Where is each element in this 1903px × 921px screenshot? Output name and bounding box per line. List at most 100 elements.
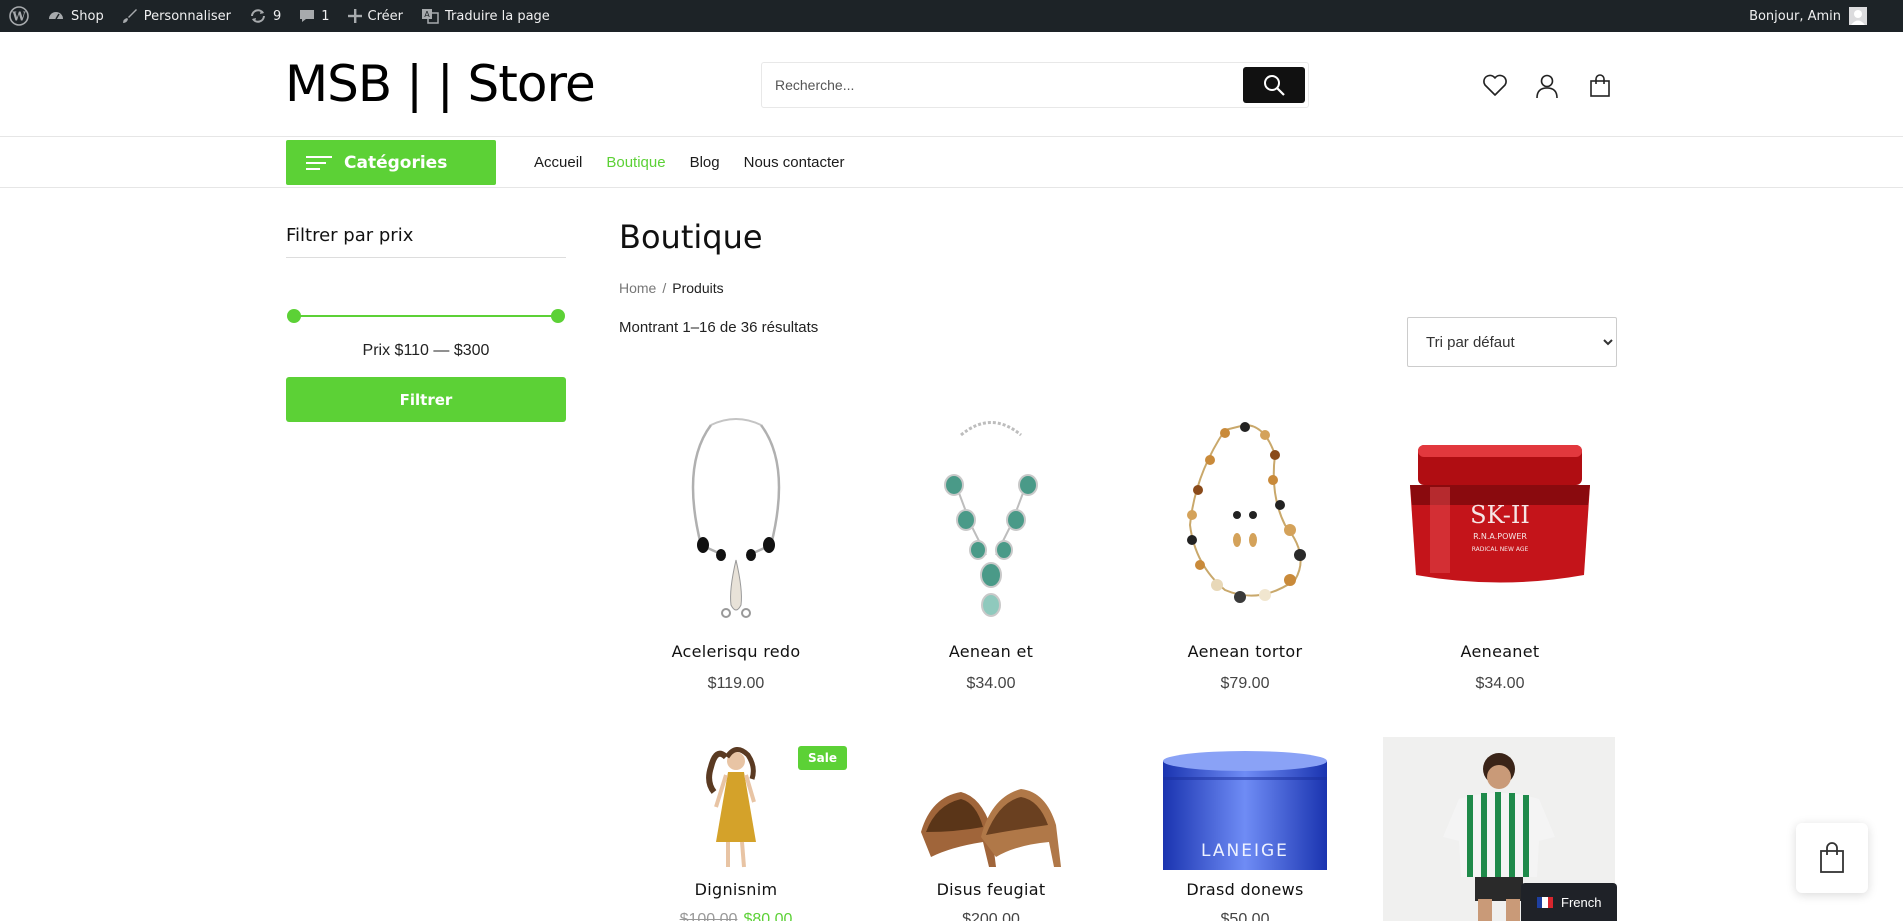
heart-icon <box>1483 74 1507 96</box>
svg-text:A: A <box>424 10 430 19</box>
admin-comments-count: 1 <box>321 8 330 24</box>
shopping-bag-icon <box>1590 74 1610 97</box>
search-bar <box>761 62 1309 108</box>
price-filter-title: Filtrer par prix <box>286 225 414 246</box>
admin-updates-link[interactable]: 9 <box>240 0 290 32</box>
site-logo[interactable]: MSB | | Store <box>285 55 596 113</box>
nav-link-accueil[interactable]: Accueil <box>534 154 582 171</box>
admin-translate-link[interactable]: A Traduire la page <box>412 0 559 32</box>
svg-text:W: W <box>11 10 26 24</box>
breadcrumb-separator: / <box>662 280 667 296</box>
user-avatar-icon <box>1851 10 1865 25</box>
green-necklace-image <box>944 421 1038 617</box>
svg-text:LANEIGE: LANEIGE <box>1201 841 1289 861</box>
sort-select[interactable]: Tri par défaut <box>1407 317 1617 367</box>
product-name[interactable]: Drasd donews <box>1129 880 1361 899</box>
product-price: $34.00 <box>1475 675 1525 692</box>
product-image[interactable] <box>620 405 852 625</box>
search-input[interactable] <box>762 63 1242 107</box>
svg-text:R.N.A.POWER: R.N.A.POWER <box>1473 532 1527 541</box>
plus-icon <box>347 9 362 23</box>
admin-comments-link[interactable]: 1 <box>290 0 338 32</box>
nav-link-blog[interactable]: Blog <box>690 154 720 171</box>
main-navigation: Catégories Accueil Boutique Blog Nous co… <box>0 137 1903 188</box>
laneige-jar-image: LANEIGE <box>1163 751 1327 870</box>
product-name[interactable]: Acelerisqu redo <box>620 642 852 661</box>
product-name[interactable]: Aenean tortor <box>1129 642 1361 661</box>
search-icon <box>1264 75 1285 96</box>
product-name[interactable]: Disus feugiat <box>875 880 1107 899</box>
product-price: $79.00 <box>1220 675 1270 692</box>
product-price: $119.00 <box>707 675 765 692</box>
admin-new-label: Créer <box>367 8 403 24</box>
french-flag-icon <box>1537 896 1553 908</box>
dashboard-icon <box>49 12 63 20</box>
heels-image <box>921 789 1061 867</box>
translate-icon: A <box>421 9 439 24</box>
admin-customize-label: Personnaliser <box>143 8 231 24</box>
admin-customize-link[interactable]: Personnaliser <box>113 0 240 32</box>
user-icon <box>1536 74 1558 99</box>
wishlist-button[interactable] <box>1481 72 1509 100</box>
wordpress-logo-button[interactable]: W <box>0 0 38 32</box>
svg-text:SK-II: SK-II <box>1470 501 1530 529</box>
product-price: $200.00 <box>962 911 1020 921</box>
admin-greeting: Bonjour, Amin <box>1749 8 1841 24</box>
product-name[interactable]: Aenean et <box>875 642 1107 661</box>
brush-icon <box>122 9 137 23</box>
product-price: $50.00 <box>1220 911 1270 921</box>
search-button[interactable] <box>1243 67 1305 103</box>
price-range-label: Prix $110 — $300 <box>362 342 490 359</box>
breadcrumb: Home / Produits <box>619 280 724 296</box>
page-title: Boutique <box>619 218 763 256</box>
nav-link-contact[interactable]: Nous contacter <box>744 154 845 171</box>
cart-button[interactable] <box>1586 72 1614 100</box>
admin-translate-label: Traduire la page <box>444 8 550 24</box>
price-slider-track[interactable] <box>293 315 558 317</box>
admin-updates-count: 9 <box>272 8 282 24</box>
breadcrumb-current: Produits <box>672 280 724 296</box>
nav-links: Accueil Boutique Blog Nous contacter <box>534 137 845 188</box>
product-image[interactable] <box>875 737 1107 870</box>
admin-shop-label: Shop <box>71 8 104 24</box>
categories-button[interactable]: Catégories <box>286 140 496 185</box>
divider <box>286 257 566 258</box>
product-name[interactable]: Dignisnim <box>620 880 852 899</box>
avatar <box>1849 7 1867 25</box>
account-button[interactable] <box>1533 72 1561 100</box>
filter-button[interactable]: Filtrer <box>286 377 566 422</box>
categories-label: Catégories <box>344 152 448 173</box>
product-price: $34.00 <box>966 675 1016 692</box>
result-count: Montrant 1–16 de 36 résultats <box>619 319 819 336</box>
admin-bar: W Shop Personnaliser 9 1 Créer A Traduir… <box>0 0 1903 32</box>
language-label: French <box>1561 894 1602 910</box>
sale-badge: Sale <box>798 746 847 770</box>
floating-cart-button[interactable] <box>1796 823 1868 893</box>
dress-model-image <box>706 747 756 868</box>
product-image[interactable]: LANEIGE <box>1129 737 1361 870</box>
comment-icon <box>300 10 315 22</box>
menu-icon <box>306 155 332 170</box>
price-slider-max-handle[interactable] <box>551 309 565 323</box>
site-header: MSB | | Store <box>0 32 1903 137</box>
wordpress-icon: W <box>9 6 29 26</box>
admin-new-link[interactable]: Créer <box>339 0 412 32</box>
product-price: $100.00 $80.00 <box>620 911 852 921</box>
price-slider-min-handle[interactable] <box>287 309 301 323</box>
admin-account-menu[interactable]: Bonjour, Amin <box>1749 0 1867 32</box>
product-old-price: $100.00 <box>679 911 738 921</box>
breadcrumb-home-link[interactable]: Home <box>619 280 656 296</box>
nav-link-boutique[interactable]: Boutique <box>606 154 665 171</box>
cream-jar-image: SK-II R.N.A.POWER RADICAL NEW AGE <box>1410 445 1590 583</box>
svg-text:RADICAL NEW AGE: RADICAL NEW AGE <box>1472 546 1529 553</box>
product-image[interactable] <box>1129 405 1361 625</box>
admin-shop-link[interactable]: Shop <box>38 0 113 32</box>
shopping-bag-icon <box>1820 842 1844 873</box>
updates-icon <box>250 9 265 23</box>
product-name[interactable]: Aeneanet <box>1384 642 1616 661</box>
product-image[interactable]: SK-II R.N.A.POWER RADICAL NEW AGE <box>1384 405 1616 625</box>
product-sale-price: $80.00 <box>743 911 793 921</box>
necklace-image <box>691 418 781 618</box>
product-image[interactable] <box>875 405 1107 625</box>
language-switcher[interactable]: French <box>1521 883 1617 921</box>
